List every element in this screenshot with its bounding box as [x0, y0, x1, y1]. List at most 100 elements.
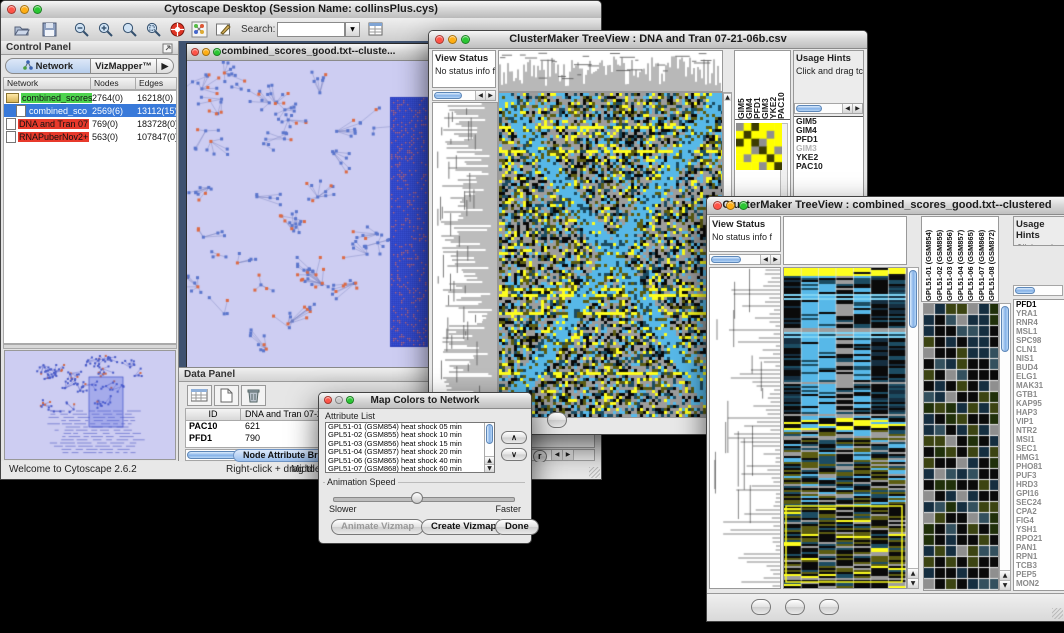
column-label[interactable]: GIM4	[744, 51, 752, 119]
scroll-right-icon[interactable]: ▶	[485, 91, 495, 100]
scroll-right-icon[interactable]: ▶	[562, 450, 573, 460]
resize-grip[interactable]	[1052, 608, 1063, 619]
gene-label[interactable]: PHO81	[1014, 462, 1064, 471]
gene-label[interactable]: PFD1	[1014, 300, 1064, 309]
gene-label[interactable]: MAK31	[1014, 381, 1064, 390]
scroll-left-icon[interactable]: ◀	[551, 450, 562, 460]
scrollbar-thumb[interactable]	[711, 256, 741, 263]
zoom-button[interactable]	[213, 48, 221, 56]
column-label[interactable]: GPL51-07 (GSM868)	[977, 217, 988, 301]
close-button[interactable]	[713, 201, 722, 210]
search-input[interactable]	[277, 22, 345, 37]
treeview2-titlebar[interactable]: ClusterMaker TreeView : combined_scores_…	[707, 197, 1064, 215]
gene-label[interactable]: RPO21	[1014, 534, 1064, 543]
scrollbar-thumb[interactable]	[796, 105, 822, 112]
gene-label[interactable]: FIG4	[1014, 516, 1064, 525]
gene-label[interactable]: PAC10	[794, 162, 863, 171]
gene-label[interactable]: PEP5	[1014, 570, 1064, 579]
treeview2-left-hscrollbar[interactable]: ◀ ▶	[709, 254, 781, 265]
scroll-down-icon[interactable]: ▼	[908, 578, 918, 588]
tab-vizmapper[interactable]: VizMapper™	[91, 58, 157, 74]
usage-hscrollbar[interactable]: ◀ ▶	[794, 103, 863, 114]
close-button[interactable]	[7, 5, 16, 14]
gene-label[interactable]: TCB3	[1014, 561, 1064, 570]
attribute-list-item[interactable]: GPL51-04 (GSM857) heat shock 20 min	[326, 448, 494, 456]
treeview1-left-hscrollbar[interactable]: ◀ ▶	[432, 90, 496, 101]
gene-label[interactable]: CPA2	[1014, 507, 1064, 516]
scroll-left-icon[interactable]: ◀	[760, 255, 770, 264]
minimize-button[interactable]	[335, 396, 343, 404]
column-dendrogram-canvas[interactable]	[498, 50, 723, 92]
similarity-matrix-canvas[interactable]	[736, 123, 782, 170]
scroll-up-icon[interactable]: ▲	[485, 456, 494, 464]
gene-label[interactable]: YKE2	[794, 153, 863, 162]
scrollbar-thumb[interactable]	[486, 424, 493, 444]
gene-label[interactable]: HMG1	[1014, 453, 1064, 462]
col-id[interactable]: ID	[186, 409, 241, 421]
minimize-button[interactable]	[202, 48, 210, 56]
scrollbar-thumb[interactable]	[909, 270, 917, 328]
close-button[interactable]	[324, 396, 332, 404]
tab-overflow-button[interactable]: ▶	[157, 58, 174, 74]
gene-label[interactable]: PUF3	[1014, 471, 1064, 480]
gene-label[interactable]: GIM5	[794, 117, 863, 126]
gene-label[interactable]: BUD4	[1014, 363, 1064, 372]
attribute-list-item[interactable]: GPL51-01 (GSM854) heat shock 05 min	[326, 423, 494, 431]
column-label[interactable]: PFD1	[752, 51, 760, 119]
attribute-listbox[interactable]: GPL51-01 (GSM854) heat shock 05 minGPL51…	[325, 422, 495, 473]
open-file-icon[interactable]	[13, 21, 30, 38]
import-table-icon[interactable]	[367, 21, 384, 38]
network-table-row[interactable]: combined_sco 2569(6) 13112(15)	[4, 104, 176, 117]
treeview1-titlebar[interactable]: ClusterMaker TreeView : DNA and Tran 07-…	[429, 31, 867, 49]
network-table-row[interactable]: combined_scores_ 2764(0) 16218(0)	[4, 91, 176, 104]
scroll-down-icon[interactable]: ▼	[1000, 580, 1010, 590]
main-titlebar[interactable]: Cytoscape Desktop (Session Name: collins…	[1, 1, 601, 19]
gene-label[interactable]: GIM4	[794, 126, 863, 135]
gene-label[interactable]: HRD3	[1014, 480, 1064, 489]
gene-label[interactable]: YRA1	[1014, 309, 1064, 318]
col-network[interactable]: Network	[3, 77, 91, 90]
network-graph-canvas[interactable]	[187, 61, 430, 368]
attribute-list-item[interactable]: GPL51-07 (GSM868) heat shock 60 min	[326, 465, 494, 473]
attribute-list-item[interactable]: GPL51-02 (GSM855) heat shock 10 min	[326, 431, 494, 439]
zoom-heatmap-canvas[interactable]	[923, 303, 999, 591]
zoom-vscrollbar[interactable]: ▲ ▼	[999, 303, 1011, 591]
attribute-list-vscrollbar[interactable]: ▲ ▼	[484, 423, 494, 472]
zoom-selected-icon[interactable]	[145, 21, 162, 38]
delete-attribute-button[interactable]	[241, 385, 266, 406]
scroll-right-icon[interactable]: ▶	[770, 255, 780, 264]
scroll-up-icon[interactable]: ▲	[724, 93, 731, 101]
col-nodes[interactable]: Nodes	[91, 77, 136, 90]
zoom-button[interactable]	[739, 201, 748, 210]
scroll-up-icon[interactable]: ▲	[908, 568, 918, 578]
column-label[interactable]: GPL51-02 (GSM855)	[935, 217, 946, 301]
treeview-button[interactable]	[547, 412, 567, 428]
usage-hscrollbar[interactable]	[1013, 285, 1063, 296]
column-label[interactable]: GPL51-06 (GSM865)	[966, 217, 977, 301]
gene-label[interactable]: SEC24	[1014, 498, 1064, 507]
minimize-button[interactable]	[726, 201, 735, 210]
scroll-left-icon[interactable]: ◀	[842, 104, 852, 113]
close-button[interactable]	[191, 48, 199, 56]
help-lifering-icon[interactable]	[169, 21, 186, 38]
gene-label[interactable]: SPC98	[1014, 336, 1064, 345]
save-icon[interactable]	[41, 21, 58, 38]
gene-label[interactable]: GIM3	[794, 144, 863, 153]
animate-vizmap-button[interactable]: Animate Vizmap	[331, 519, 424, 535]
minimize-button[interactable]	[20, 5, 29, 14]
new-attribute-button[interactable]	[214, 385, 239, 406]
float-panel-icon[interactable]	[162, 43, 173, 54]
treeview-button[interactable]	[819, 599, 839, 615]
column-label[interactable]: YKE2	[768, 51, 776, 119]
scroll-down-icon[interactable]: ▼	[485, 464, 494, 472]
network-table-row[interactable]: RNAPuberNov2+ 563(0) 107847(0)	[4, 130, 176, 143]
gene-label[interactable]: HAP3	[1014, 408, 1064, 417]
column-label[interactable]: GIM5	[736, 51, 744, 119]
heatmap-vscrollbar[interactable]: ▲ ▼	[907, 267, 919, 589]
network-table-row[interactable]: DNA and Tran 07 769(0) 183728(0)	[4, 117, 176, 130]
gene-label[interactable]: GTB1	[1014, 390, 1064, 399]
scroll-left-icon[interactable]: ◀	[475, 91, 485, 100]
gene-label[interactable]: VIP1	[1014, 417, 1064, 426]
scroll-up-icon[interactable]: ▲	[1000, 570, 1010, 580]
tab-network[interactable]: Network	[5, 58, 91, 74]
